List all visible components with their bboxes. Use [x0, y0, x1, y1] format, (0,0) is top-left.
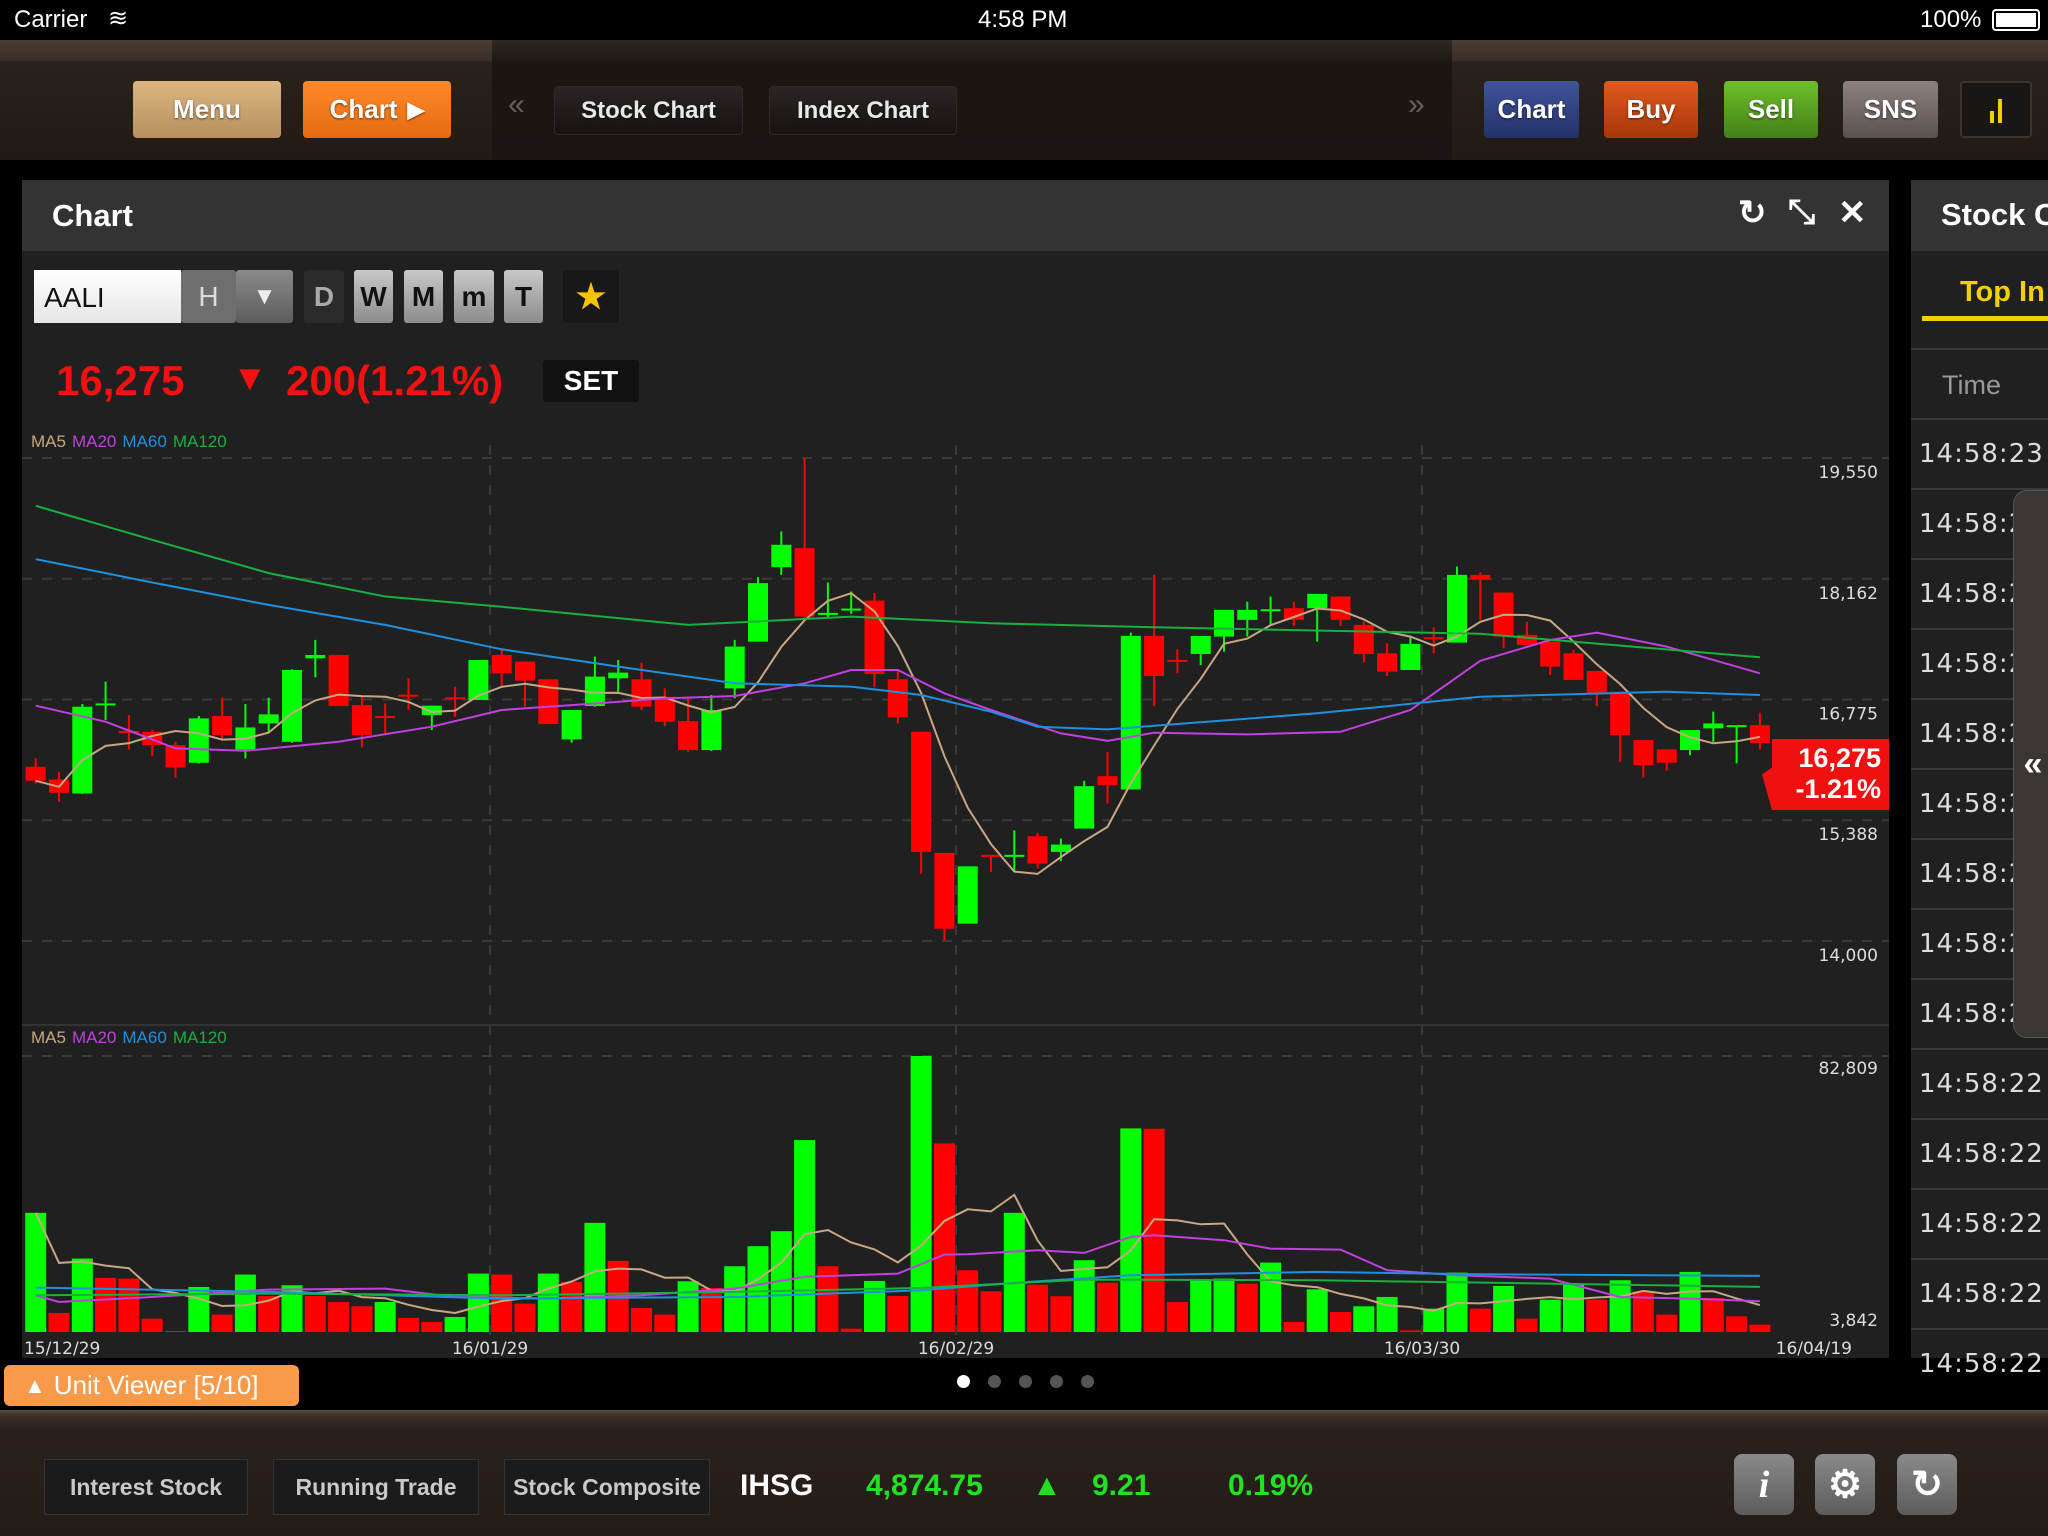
period-d-button[interactable]: D: [304, 270, 344, 323]
gear-icon[interactable]: ⚙: [1815, 1454, 1875, 1515]
favorite-star-icon[interactable]: ★: [563, 270, 619, 323]
collapse-icon[interactable]: ⤡: [1788, 193, 1815, 232]
sns-button[interactable]: SNS: [1843, 81, 1938, 138]
triangle-up-icon: ▲: [24, 1372, 46, 1398]
carrier-label: Carrier: [14, 6, 88, 33]
sell-button[interactable]: Sell: [1724, 81, 1818, 138]
market-badge[interactable]: SET: [543, 360, 639, 402]
period-w-button[interactable]: W: [354, 270, 393, 323]
index-percent: 0.19%: [1228, 1469, 1314, 1502]
close-icon[interactable]: ✕: [1838, 193, 1867, 233]
price-ma-legend: MA5 MA20 MA60 MA120: [31, 432, 233, 452]
time-row[interactable]: 14:58:22: [1911, 1328, 2048, 1398]
period-h-button[interactable]: H: [181, 270, 236, 323]
tab-stock-chart[interactable]: Stock Chart: [554, 86, 743, 135]
period-t-button[interactable]: T: [504, 270, 543, 323]
bar-signal-icon: [1990, 97, 2002, 123]
chart-menu-button[interactable]: Chart ▶: [303, 81, 451, 138]
legend-ma120: MA120: [172, 432, 227, 451]
legend-ma20: MA20: [71, 1028, 117, 1047]
signal-button[interactable]: [1960, 81, 2032, 138]
up-arrow-icon: ▲: [1032, 1469, 1062, 1502]
battery-percent: 100%: [1920, 6, 1982, 33]
status-bar: Carrier ≋ 4:58 PM 100%: [0, 0, 2048, 40]
index-change: 9.21: [1092, 1469, 1151, 1502]
interest-stock-button[interactable]: Interest Stock: [44, 1459, 248, 1515]
down-arrow-icon: ▼: [232, 357, 268, 398]
battery-icon: [1992, 9, 2040, 31]
time-row[interactable]: 14:58:22: [1911, 1048, 2048, 1118]
tab-top-index[interactable]: Top In: [1922, 276, 2048, 321]
volume-ma-legend: MA5 MA20 MA60 MA120: [31, 1028, 233, 1048]
legend-ma60: MA60: [122, 432, 167, 451]
page-dot[interactable]: [957, 1375, 970, 1388]
page-dot[interactable]: [1081, 1375, 1094, 1388]
clock: 4:58 PM: [978, 6, 1068, 33]
panel-collapse-handle[interactable]: «: [2013, 490, 2048, 1038]
double-chevron-left-icon: «: [2023, 744, 2043, 783]
logout-icon[interactable]: ↻: [1897, 1454, 1957, 1515]
chart-panel-header: Chart: [22, 180, 1889, 251]
stock-composite-button[interactable]: Stock Composite: [504, 1459, 710, 1515]
legend-ma20: MA20: [71, 432, 117, 451]
legend-ma5: MA5: [31, 432, 66, 451]
current-price: 16,275: [56, 357, 185, 404]
column-header-time: Time: [1911, 348, 2048, 418]
page-dot[interactable]: [1019, 1375, 1032, 1388]
wifi-icon: ≋: [108, 5, 129, 32]
chart-menu-label: Chart: [329, 94, 398, 124]
info-icon[interactable]: i: [1734, 1454, 1794, 1515]
index-value: 4,874.75: [866, 1469, 983, 1502]
time-row[interactable]: 14:58:22: [1911, 1118, 2048, 1188]
refresh-icon[interactable]: ↻: [1738, 193, 1767, 233]
time-row[interactable]: 14:58:23: [1911, 418, 2048, 488]
tab-index-chart[interactable]: Index Chart: [769, 86, 957, 135]
period-month-button[interactable]: M: [404, 270, 443, 323]
legend-ma5: MA5: [31, 1028, 66, 1047]
page-dot[interactable]: [1050, 1375, 1063, 1388]
buy-button[interactable]: Buy: [1604, 81, 1698, 138]
last-price-tag-change: -1.21%: [1795, 774, 1881, 804]
period-dropdown[interactable]: ▼: [236, 270, 293, 323]
play-arrow-icon: ▶: [407, 96, 425, 122]
symbol-input[interactable]: AALI: [34, 270, 181, 323]
price-change: 200(1.21%): [286, 357, 504, 404]
unit-viewer-button[interactable]: ▲ Unit Viewer [5/10]: [4, 1365, 299, 1406]
stock-panel-title: Stock C: [1911, 180, 2048, 251]
scroll-right-icon[interactable]: »: [1408, 88, 1425, 122]
period-minute-button[interactable]: m: [454, 270, 494, 323]
page-dot[interactable]: [988, 1375, 1001, 1388]
scroll-left-icon[interactable]: «: [508, 88, 525, 122]
running-trade-button[interactable]: Running Trade: [273, 1459, 479, 1515]
legend-ma60: MA60: [122, 1028, 167, 1047]
time-row[interactable]: 14:58:22: [1911, 1258, 2048, 1328]
last-price-tag-price: 16,275: [1798, 743, 1881, 773]
menu-button[interactable]: Menu: [133, 81, 281, 138]
unit-viewer-label: Unit Viewer [5/10]: [53, 1370, 259, 1400]
index-name: IHSG: [740, 1469, 814, 1502]
panel-title: Chart: [52, 198, 133, 233]
legend-ma120: MA120: [172, 1028, 227, 1047]
chart-button[interactable]: Chart: [1484, 81, 1579, 138]
time-row[interactable]: 14:58:22: [1911, 1188, 2048, 1258]
last-price-tag: 16,275 -1.21%: [1762, 739, 1889, 810]
